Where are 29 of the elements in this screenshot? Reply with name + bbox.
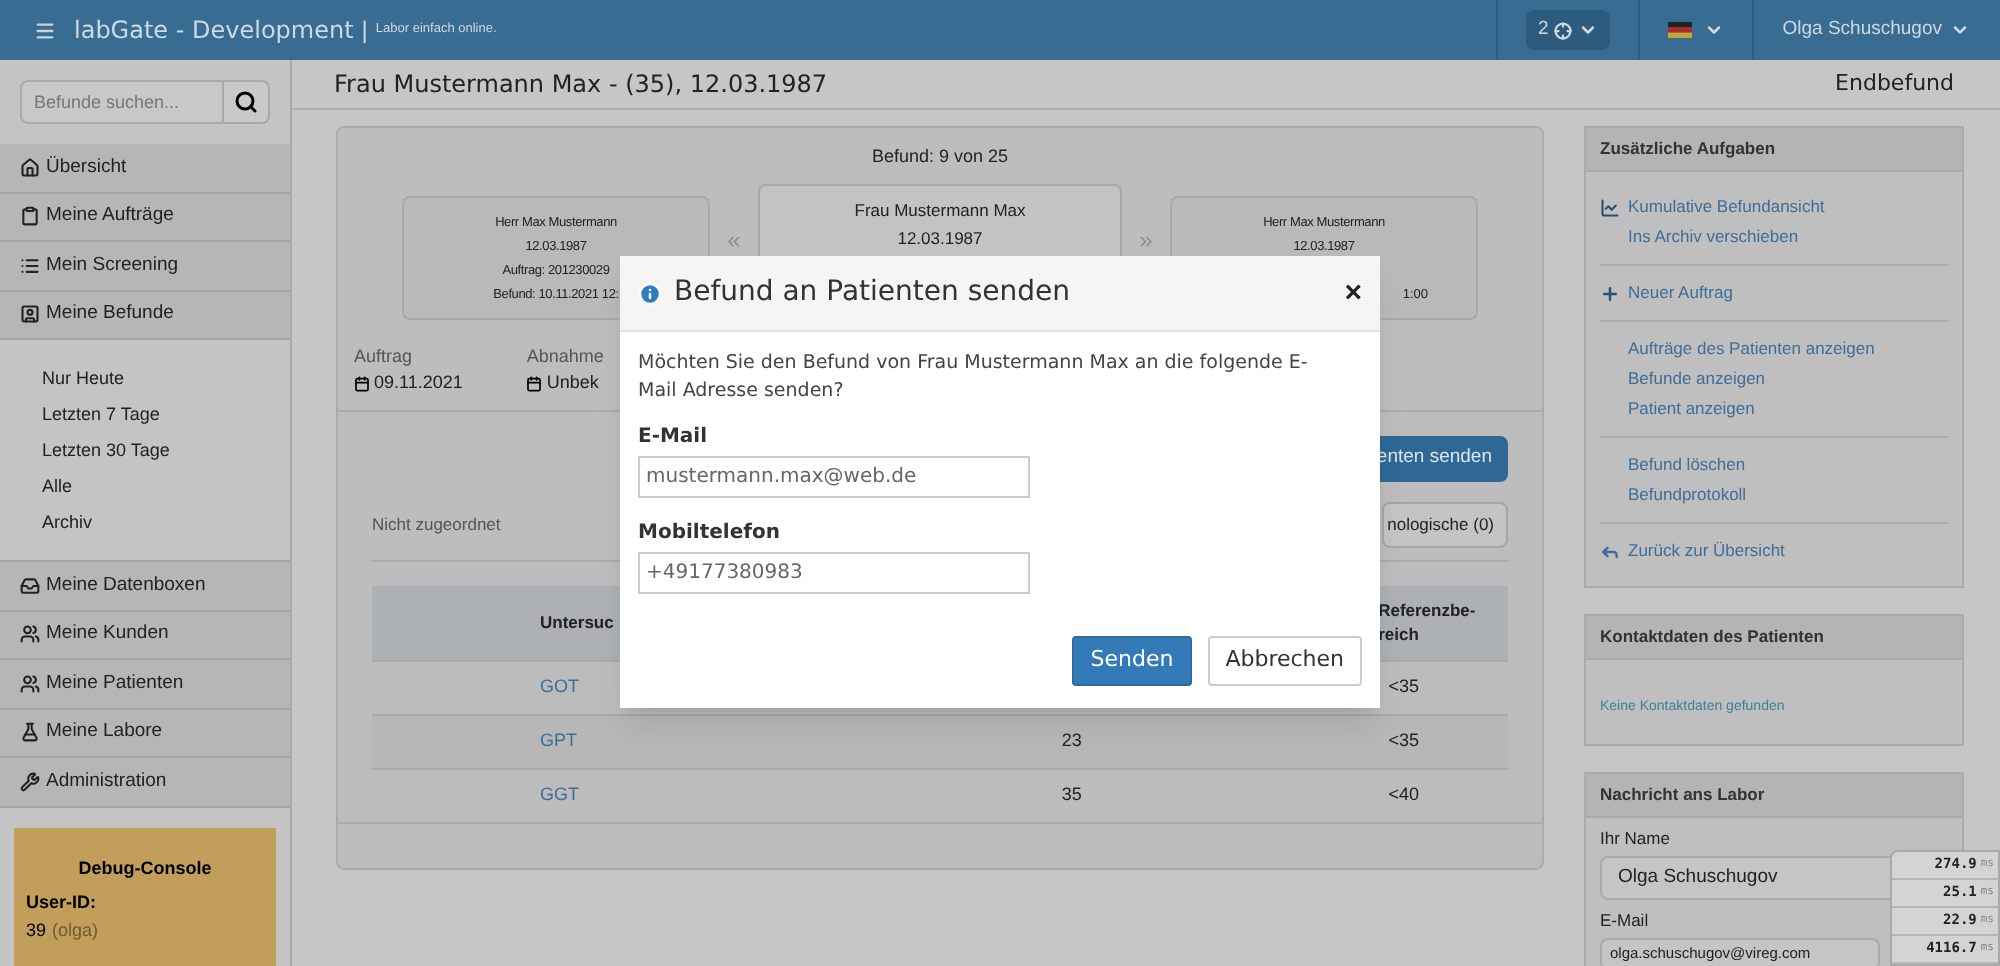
field-label: Ihr Name [1600,826,1672,852]
panel-heading: Nachricht ans Labor [1586,774,1962,818]
column-header: Untersuc [540,609,616,635]
panel-heading: Kontaktdaten des Patienten [1586,616,1962,660]
user-id: 39 [26,917,47,943]
panel-heading: Zusätzliche Aufgaben [1586,128,1962,172]
table-cell-text: <35 [1388,673,1422,700]
debug-label: User-ID: [26,890,99,916]
report-counter: Befund: 9 von 25 [869,144,1011,170]
table-cell-text: 23 [1061,727,1084,754]
patient-title: Frau Mustermann Max - (35), 12.03.1987 [334,68,828,102]
debug-title: Debug-Console [76,855,214,882]
field-label: Mobiltelefon [638,520,782,548]
fact-label: Auftrag [354,343,415,370]
card-line: Frau Mustermann Max [854,197,1026,221]
fact-label: Abnahme [526,343,604,369]
fact-value: Unbek [546,370,599,396]
dialog-message: Möchten Sie den Befund von Frau Mustermann Max an die folgende E-Mail Adresse senden? [638,350,1310,406]
report-status: Endbefund [1835,67,1954,100]
table-cell-text: <35 [1388,727,1422,754]
title-separator: | [361,14,368,48]
table-cell-text: <40 [1388,781,1422,808]
card-line: 12.03.1987 [897,225,983,249]
field-label: E-Mail [638,424,710,452]
user-name: (olga) [52,917,99,944]
column-header: Referenzbe- reich [1378,598,1478,646]
filter-label: Nicht zugeordnet [372,511,501,537]
fact-value: 09.11.2021 [374,370,463,396]
table-cell-text: 35 [1061,781,1084,808]
